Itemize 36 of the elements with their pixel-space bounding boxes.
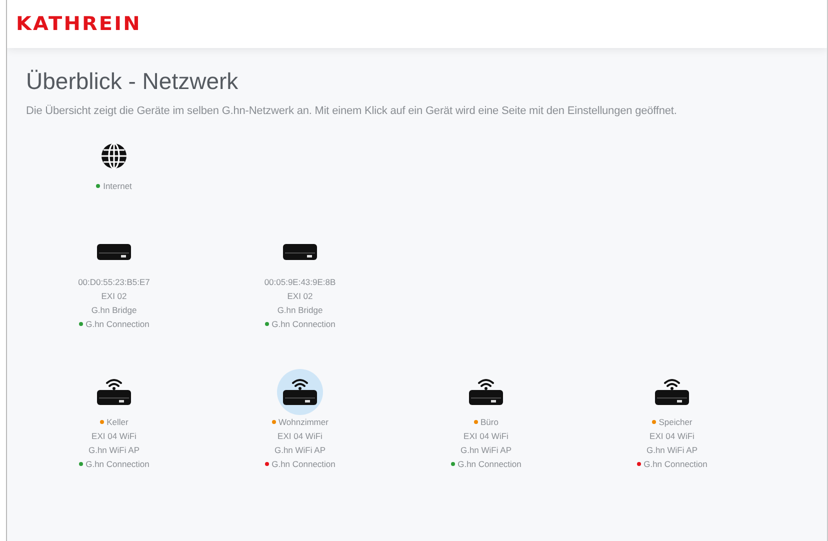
device-label: Büro [480, 417, 498, 427]
device-label: G.hn WiFi AP [460, 445, 512, 455]
device-label: Speicher [658, 417, 692, 427]
page-title: Überblick - Netzwerk [26, 68, 240, 95]
device-label: EXI 04 WiFi [464, 431, 508, 441]
device-label: G.hn Connection [86, 459, 150, 469]
device-label: Internet [103, 181, 132, 191]
globe-icon[interactable] [100, 142, 128, 170]
device-label: Wohnzimmer [278, 417, 328, 427]
page-description: Die Übersicht zeigt die Geräte im selben G.hn-Netzwerk an. Mit einem Klick auf ein Gerät wird eine Seite mit den Einstellungen geöffnet. [26, 105, 678, 117]
device-label: G.hn Connection [272, 319, 336, 329]
bridge-device-icon[interactable] [96, 242, 132, 262]
device-label: G.hn WiFi AP [274, 445, 326, 455]
wifi-router-icon[interactable] [654, 377, 690, 407]
device-label: 00:D0:55:23:B5:E7 [78, 277, 150, 287]
device-label: G.hn Bridge [277, 305, 323, 315]
device-label: G.hn WiFi AP [646, 445, 698, 455]
device-label: EXI 04 WiFi [278, 431, 322, 441]
device-label: Keller [106, 417, 128, 427]
bridge-device-icon[interactable] [282, 242, 318, 262]
device-label: G.hn Connection [458, 459, 522, 469]
selected-device-highlight[interactable] [277, 369, 323, 415]
device-label: G.hn WiFi AP [88, 445, 140, 455]
wifi-router-icon[interactable] [96, 377, 132, 407]
device-label: EXI 04 WiFi [650, 431, 694, 441]
device-label: G.hn Bridge [91, 305, 137, 315]
device-label: 00:05:9E:43:9E:8B [264, 277, 336, 287]
device-label: EXI 02 [101, 291, 127, 301]
wifi-router-icon[interactable] [468, 377, 504, 407]
wifi-router-icon[interactable] [282, 377, 318, 407]
logo[interactable]: KATHREIN [16, 13, 142, 35]
device-label: G.hn Connection [644, 459, 708, 469]
device-label: G.hn Connection [86, 319, 150, 329]
device-label: EXI 04 WiFi [92, 431, 136, 441]
device-label: EXI 02 [287, 291, 313, 301]
device-label: G.hn Connection [272, 459, 336, 469]
